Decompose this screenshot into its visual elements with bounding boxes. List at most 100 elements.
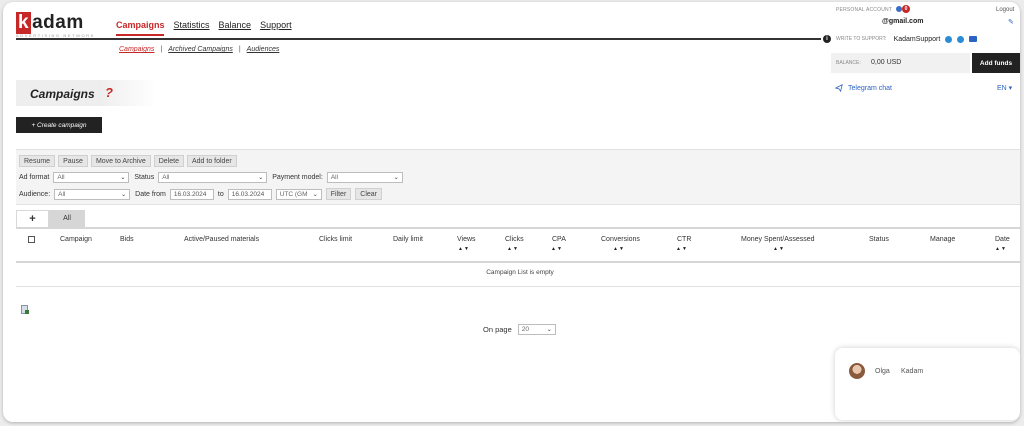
col-status[interactable]: Status [869, 236, 889, 243]
nav-statistics[interactable]: Statistics [174, 20, 210, 30]
chevron-down-icon: ⌄ [258, 175, 264, 181]
send-plane-icon [835, 84, 843, 92]
active-nav-indicator [116, 34, 164, 36]
telegram-chat-link[interactable]: Telegram chat [835, 84, 892, 92]
tab-all[interactable]: All [49, 210, 85, 227]
balance-label: BALANCE: [836, 60, 861, 66]
nav-campaigns[interactable]: Campaigns [116, 20, 165, 30]
avatar [849, 363, 865, 379]
pagination-control: On page 20 ⌄ [483, 324, 556, 335]
filter-panel: Resume Pause Move to Archive Delete Add … [16, 149, 1020, 205]
date-to-input[interactable]: 16.03.2024 [227, 188, 272, 200]
export-excel-icon[interactable] [21, 305, 29, 314]
audience-label: Audience: [19, 190, 51, 198]
col-manage[interactable]: Manage [930, 236, 955, 243]
ad-format-label: Ad format [19, 174, 50, 181]
chevron-down-icon: ⌄ [121, 191, 127, 198]
chevron-down-icon: ⌄ [546, 327, 552, 333]
resume-button[interactable]: Resume [19, 155, 56, 167]
filter-row-2: Audience: All ⌄ Date from 16.03.2024 to 1… [19, 188, 383, 200]
col-clicks[interactable]: Clicks [505, 236, 524, 243]
payment-model-select[interactable]: All ⌄ [326, 172, 403, 183]
sort-arrows-icon[interactable]: ▲▼ [995, 246, 1007, 252]
move-to-archive-button[interactable]: Move to Archive [90, 155, 151, 167]
col-date[interactable]: Date [995, 236, 1010, 243]
col-cpa[interactable]: CPA [552, 236, 566, 243]
nav-balance[interactable]: Balance [219, 20, 252, 30]
info-icon: i [823, 35, 831, 43]
sort-arrows-icon[interactable]: ▲▼ [676, 246, 688, 252]
account-panel: PERSONAL ACCOUNT 0 Logout @gmail.com ✎ i… [818, 2, 1020, 102]
edit-pencil-icon[interactable]: ✎ [1008, 18, 1014, 26]
balance-value: 0,00 USD [871, 59, 902, 66]
add-folder-tab[interactable]: + [16, 210, 49, 227]
date-from-input[interactable]: 16.03.2024 [169, 188, 214, 200]
empty-list-message: Campaign List is empty [16, 263, 1020, 287]
add-funds-button[interactable]: Add funds [972, 53, 1020, 73]
col-money-spent[interactable]: Money Spent/Assessed [741, 236, 815, 243]
kadam-logo[interactable]: k adam ADVERTISING NETWORK [16, 12, 95, 38]
col-bids[interactable]: Bids [120, 236, 134, 243]
on-page-label: On page [483, 325, 512, 334]
col-daily-limit[interactable]: Daily limit [393, 236, 423, 243]
col-ctr[interactable]: CTR [677, 236, 691, 243]
ad-format-select[interactable]: All ⌄ [53, 172, 130, 183]
page-title: Campaigns [30, 87, 95, 101]
sort-arrows-icon[interactable]: ▲▼ [458, 246, 470, 252]
subnav-separator: | [160, 46, 163, 53]
audience-select[interactable]: All ⌄ [54, 188, 131, 200]
support-row: i WRITE TO SUPPORT: KadamSupport [823, 35, 978, 43]
chat-widget[interactable]: Olga Kadam [835, 348, 1020, 420]
payment-model-label: Payment model: [272, 174, 323, 181]
col-active-paused[interactable]: Active/Paused materials [184, 236, 259, 243]
notification-badge[interactable]: 0 [902, 5, 910, 13]
help-icon[interactable]: ? [105, 85, 113, 100]
chevron-down-icon: ⌄ [120, 175, 126, 181]
logo-letter: k [16, 12, 32, 34]
telegram-chat-label: Telegram chat [848, 84, 892, 92]
sort-arrows-icon[interactable]: ▲▼ [507, 246, 519, 252]
bulk-actions: Resume Pause Move to Archive Delete Add … [19, 155, 237, 167]
date-from-label: Date from [135, 190, 166, 198]
create-campaign-button[interactable]: + Create campaign [16, 117, 102, 133]
subnav-audiences[interactable]: Audiences [247, 46, 280, 53]
telegram-icon[interactable] [945, 35, 953, 43]
mail-icon[interactable] [969, 36, 978, 42]
col-clicks-limit[interactable]: Clicks limit [319, 236, 352, 243]
col-views[interactable]: Views [457, 236, 476, 243]
subnav-campaigns[interactable]: Campaigns [119, 46, 154, 53]
col-campaign[interactable]: Campaign [60, 236, 92, 243]
skype-icon[interactable] [957, 35, 965, 43]
sub-nav: Campaigns | Archived Campaigns | Audienc… [119, 46, 279, 53]
folder-tabs: + All [16, 210, 85, 227]
on-page-select[interactable]: 20 ⌄ [517, 324, 556, 335]
pause-button[interactable]: Pause [58, 155, 88, 167]
logo-text: adam [32, 12, 84, 33]
account-email: @gmail.com [882, 18, 924, 25]
subnav-archived-campaigns[interactable]: Archived Campaigns [168, 46, 233, 53]
balance-box: BALANCE: 0,00 USD [831, 53, 970, 73]
chat-agent-name: Olga [875, 368, 890, 375]
add-to-folder-button[interactable]: Add to folder [186, 155, 237, 167]
table-header: Campaign Bids Active/Paused materials Cl… [16, 229, 1020, 263]
support-label: WRITE TO SUPPORT: [836, 36, 887, 42]
language-selector[interactable]: EN ▾ [997, 84, 1012, 92]
sort-arrows-icon[interactable]: ▲▼ [551, 246, 563, 252]
clear-button[interactable]: Clear [355, 188, 383, 200]
logout-link[interactable]: Logout [996, 7, 1014, 13]
filter-button[interactable]: Filter [325, 188, 352, 200]
select-all-checkbox[interactable] [28, 236, 35, 243]
sort-arrows-icon[interactable]: ▲▼ [613, 246, 625, 252]
col-conversions[interactable]: Conversions [601, 236, 640, 243]
chevron-down-icon: ⌄ [393, 175, 399, 181]
status-select[interactable]: All ⌄ [158, 172, 268, 183]
timezone-select[interactable]: UTC (GM ⌄ [275, 188, 322, 200]
header-divider [16, 38, 821, 40]
chat-company: Kadam [901, 368, 924, 375]
delete-button[interactable]: Delete [153, 155, 184, 167]
status-label: Status [134, 174, 155, 181]
subnav-separator: | [238, 46, 241, 53]
nav-support[interactable]: Support [260, 20, 292, 30]
personal-account-label: PERSONAL ACCOUNT [836, 7, 893, 13]
sort-arrows-icon[interactable]: ▲▼ [773, 246, 785, 252]
